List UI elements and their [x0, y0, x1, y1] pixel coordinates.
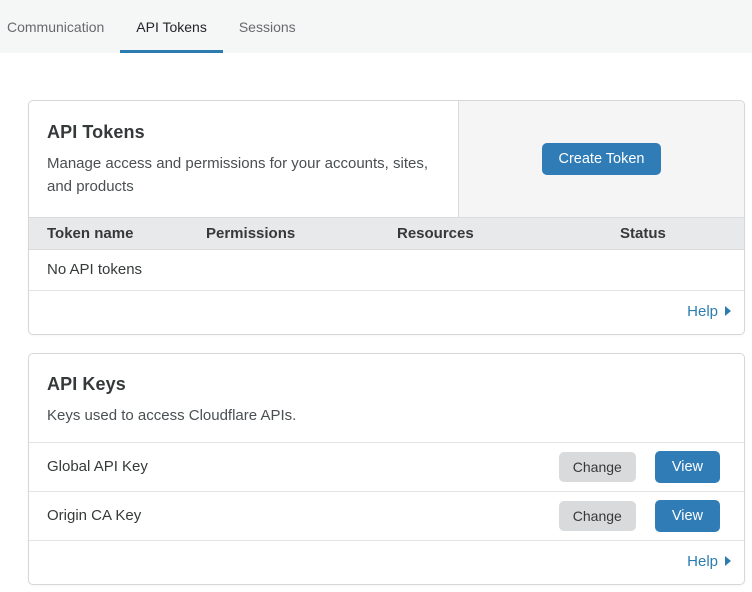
api-keys-help-link[interactable]: Help	[687, 553, 731, 570]
column-header-permissions: Permissions	[206, 225, 397, 242]
column-header-resources: Resources	[397, 225, 592, 242]
token-table-empty-message: No API tokens	[29, 250, 744, 291]
api-tokens-card: API Tokens Manage access and permissions…	[28, 100, 745, 335]
api-tokens-help-link[interactable]: Help	[687, 303, 731, 320]
tab-bar: Communication API Tokens Sessions	[0, 0, 752, 53]
key-name-label: Global API Key	[47, 458, 559, 475]
key-name-label: Origin CA Key	[47, 507, 559, 524]
key-row-origin-ca-key: Origin CA Key Change View	[29, 491, 744, 540]
api-tokens-card-header: API Tokens Manage access and permissions…	[29, 101, 744, 217]
column-header-token-name: Token name	[29, 225, 206, 242]
tab-communication[interactable]: Communication	[7, 0, 120, 53]
token-table-header-row: Token name Permissions Resources Status	[29, 217, 744, 250]
view-global-api-key-button[interactable]: View	[655, 451, 720, 484]
api-tokens-description: Manage access and permissions for your a…	[47, 152, 440, 199]
key-row-actions: Change View	[559, 451, 720, 484]
view-origin-ca-key-button[interactable]: View	[655, 500, 720, 533]
api-keys-card: API Keys Keys used to access Cloudflare …	[28, 353, 745, 585]
help-link-label: Help	[687, 553, 718, 570]
change-origin-ca-key-button[interactable]: Change	[559, 501, 636, 531]
api-tokens-title: API Tokens	[47, 122, 440, 143]
caret-right-icon	[725, 556, 731, 566]
change-global-api-key-button[interactable]: Change	[559, 452, 636, 482]
help-link-label: Help	[687, 303, 718, 320]
key-row-global-api-key: Global API Key Change View	[29, 442, 744, 491]
page-content: API Tokens Manage access and permissions…	[0, 53, 752, 585]
tab-sessions[interactable]: Sessions	[223, 0, 312, 53]
api-keys-description: Keys used to access Cloudflare APIs.	[47, 404, 447, 427]
key-row-actions: Change View	[559, 500, 720, 533]
api-tokens-action-panel: Create Token	[458, 101, 744, 217]
api-tokens-card-footer: Help	[29, 291, 744, 334]
create-token-button[interactable]: Create Token	[542, 143, 662, 176]
caret-right-icon	[725, 306, 731, 316]
tab-api-tokens[interactable]: API Tokens	[120, 0, 223, 53]
column-header-status: Status	[592, 225, 744, 242]
api-tokens-card-header-text: API Tokens Manage access and permissions…	[29, 101, 458, 217]
api-keys-card-footer: Help	[29, 540, 744, 584]
api-keys-card-header: API Keys Keys used to access Cloudflare …	[29, 354, 744, 442]
api-keys-title: API Keys	[47, 374, 726, 395]
